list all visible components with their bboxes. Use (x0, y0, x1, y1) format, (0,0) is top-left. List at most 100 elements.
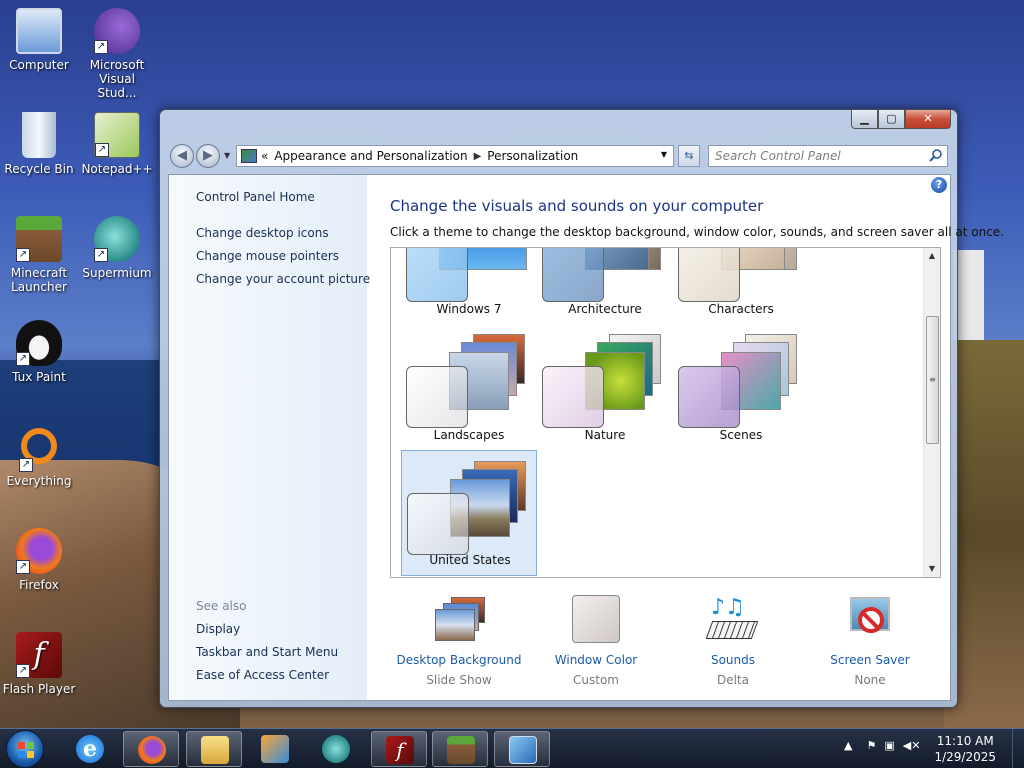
theme-nature[interactable]: Nature (537, 324, 673, 450)
breadcrumb-separator-icon[interactable]: ▶ (474, 151, 482, 162)
breadcrumb-overflow[interactable]: « (261, 149, 268, 163)
desktop-icon-notepadpp[interactable]: ↗ Notepad++ (78, 112, 156, 176)
desktop-icon-label: Tux Paint (12, 370, 66, 384)
taskbar-internet-explorer[interactable]: e (62, 731, 118, 767)
show-hidden-icons-icon[interactable]: ▲ (844, 739, 852, 752)
notepadpp-icon: ↗ (94, 112, 140, 158)
show-desktop-button[interactable] (1012, 729, 1024, 768)
supermium-icon (322, 735, 350, 763)
window-controls: ▁ ▢ ✕ (851, 110, 951, 129)
flash-player-icon: f ↗ (16, 632, 62, 678)
setting-title[interactable]: Desktop Background (389, 653, 529, 667)
setting-value: None (854, 673, 886, 687)
see-also-heading: See also (196, 599, 247, 613)
supermium-icon: ↗ (94, 216, 140, 262)
desktop-icon-everything[interactable]: ↗ Everything (0, 424, 78, 488)
taskbar-flash-player[interactable]: f (371, 731, 427, 767)
taskbar-media-player[interactable] (247, 731, 303, 767)
theme-windows-7[interactable]: Windows 7 (401, 248, 537, 324)
desktop-icon-flash-player[interactable]: f ↗ Flash Player (0, 632, 78, 696)
taskbar-explorer[interactable] (186, 731, 242, 767)
start-button[interactable] (6, 730, 44, 768)
volume-muted-icon[interactable]: ◀✕ (903, 739, 921, 752)
desktop-icon-supermium[interactable]: ↗ Supermium (78, 216, 156, 280)
sounds-setting[interactable]: ♪♫ Sounds Delta (663, 595, 803, 687)
network-icon[interactable]: ▣ (884, 739, 894, 752)
windows-logo-icon (18, 742, 34, 758)
ease-of-access-link[interactable]: Ease of Access Center (196, 668, 329, 682)
breadcrumb-appearance[interactable]: Appearance and Personalization (274, 149, 467, 163)
theme-glass-swatch (406, 366, 468, 428)
taskbar: e f ▲ ⚑ ▣ ◀✕ 11:10 AM 1/29/2025 (0, 728, 1024, 768)
theme-architecture[interactable]: Architecture (537, 248, 673, 324)
taskbar-start-menu-link[interactable]: Taskbar and Start Menu (196, 645, 338, 659)
taskbar-firefox[interactable] (123, 731, 179, 767)
desktop-icon-minecraft[interactable]: ↗ Minecraft Launcher (0, 216, 78, 294)
content-area: Control Panel Home Change desktop icons … (168, 174, 1004, 701)
shortcut-arrow-icon: ↗ (16, 560, 30, 574)
minecraft-icon: ↗ (16, 216, 62, 262)
shortcut-arrow-icon: ↗ (94, 40, 108, 54)
search-icon[interactable] (929, 148, 943, 162)
desktop-icon-visual-studio[interactable]: ↗ Microsoft Visual Stud... (78, 8, 156, 100)
window-color-icon (570, 595, 622, 647)
desktop-icon-label: Minecraft Launcher (10, 266, 68, 294)
theme-list-scrollbar[interactable]: ▲ ≡ ▼ (923, 248, 940, 577)
shortcut-arrow-icon: ↗ (16, 352, 30, 366)
everything-icon: ↗ (19, 428, 57, 472)
theme-glass-swatch (678, 366, 740, 428)
desktop-icon-label: Computer (9, 58, 69, 72)
desktop-icon-tux-paint[interactable]: ↗ Tux Paint (0, 320, 78, 384)
scroll-thumb[interactable]: ≡ (926, 316, 939, 444)
address-bar[interactable]: « Appearance and Personalization ▶ Perso… (236, 145, 674, 167)
media-player-icon (261, 735, 289, 763)
theme-characters[interactable]: Characters (673, 248, 809, 324)
help-icon[interactable]: ? (931, 177, 947, 193)
minimize-button[interactable]: ▁ (851, 110, 878, 129)
clock[interactable]: 11:10 AM 1/29/2025 (934, 733, 996, 765)
theme-united-states[interactable]: United States (401, 450, 537, 576)
search-input[interactable] (709, 146, 919, 166)
forward-button[interactable]: ▶ (196, 144, 220, 168)
setting-title[interactable]: Window Color (526, 653, 666, 667)
desktop-icon-label: Supermium (82, 266, 152, 280)
firefox-icon: ↗ (16, 528, 62, 574)
action-center-icon[interactable]: ⚑ (866, 739, 876, 752)
taskbar-control-panel[interactable] (494, 731, 550, 767)
back-button[interactable]: ◀ (170, 144, 194, 168)
theme-glass-swatch (542, 366, 604, 428)
change-account-picture-link[interactable]: Change your account picture (196, 272, 370, 286)
desktop-icon-firefox[interactable]: ↗ Firefox (0, 528, 78, 592)
theme-landscapes[interactable]: Landscapes (401, 324, 537, 450)
shortcut-arrow-icon: ↗ (95, 143, 109, 157)
screen-saver-setting[interactable]: Screen Saver None (800, 595, 940, 687)
display-link[interactable]: Display (196, 622, 240, 636)
window-color-setting[interactable]: Window Color Custom (526, 595, 666, 687)
breadcrumb-personalization[interactable]: Personalization (487, 149, 578, 163)
refresh-button[interactable]: ⇆ (678, 145, 700, 167)
sounds-icon: ♪♫ (705, 595, 759, 647)
recent-pages-dropdown[interactable]: ▼ (224, 151, 230, 160)
address-dropdown-icon[interactable]: ▼ (661, 150, 667, 159)
taskbar-minecraft[interactable] (432, 731, 488, 767)
desktop-icon-computer[interactable]: Computer (0, 8, 78, 72)
setting-title[interactable]: Sounds (663, 653, 803, 667)
scroll-up-icon[interactable]: ▲ (924, 248, 940, 264)
theme-label: Scenes (719, 428, 763, 442)
maximize-button[interactable]: ▢ (878, 110, 905, 129)
setting-value: Delta (716, 673, 749, 687)
setting-title[interactable]: Screen Saver (800, 653, 940, 667)
close-button[interactable]: ✕ (905, 110, 951, 129)
search-box[interactable] (708, 145, 948, 167)
change-desktop-icons-link[interactable]: Change desktop icons (196, 226, 329, 240)
change-mouse-pointers-link[interactable]: Change mouse pointers (196, 249, 339, 263)
taskbar-supermium[interactable] (308, 731, 364, 767)
scroll-down-icon[interactable]: ▼ (924, 561, 940, 577)
control-panel-home-link[interactable]: Control Panel Home (196, 190, 315, 204)
system-tray: ▲ ⚑ ▣ ◀✕ (844, 739, 920, 752)
desktop-icon-recycle-bin[interactable]: Recycle Bin (0, 112, 78, 176)
firefox-icon (138, 736, 166, 764)
theme-scenes[interactable]: Scenes (673, 324, 809, 450)
desktop-background-setting[interactable]: Desktop Background Slide Show (389, 595, 529, 687)
theme-label: Characters (708, 302, 774, 316)
